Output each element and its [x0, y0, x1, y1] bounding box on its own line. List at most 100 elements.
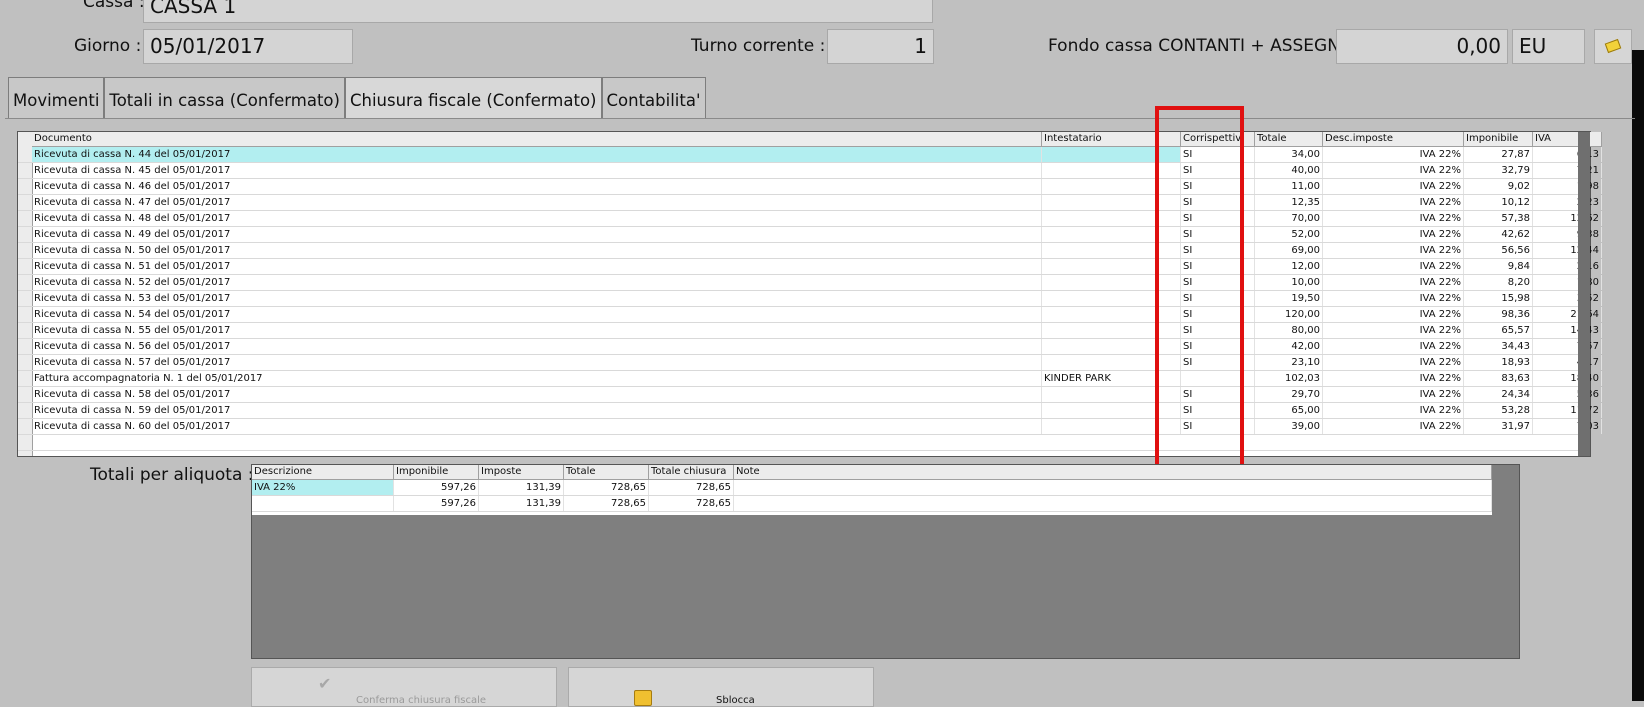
tab-chiusura-fiscale[interactable]: Chiusura fiscale (Confermato): [344, 77, 602, 119]
table-row[interactable]: Ricevuta di cassa N. 47 del 05/01/2017 SI…: [18, 195, 1602, 211]
tab-movimenti[interactable]: Movimenti: [8, 77, 105, 119]
table-row[interactable]: Ricevuta di cassa N. 56 del 05/01/2017 SI…: [18, 339, 1602, 355]
table-row[interactable]: Ricevuta di cassa N. 48 del 05/01/2017 SI…: [18, 211, 1602, 227]
cell-imp: 8,20: [1464, 275, 1533, 290]
tot-col-header-note[interactable]: Note: [734, 465, 1492, 480]
cell-tot: 19,50: [1255, 291, 1323, 306]
cell-iva: 12,62: [1533, 211, 1602, 226]
cell-tot: 65,00: [1255, 403, 1323, 418]
giorno-label: Giorno :: [74, 36, 142, 56]
totals-cell-tot: 728,65: [564, 496, 649, 511]
totals-grid: Descrizione Imponibile Imposte Totale To…: [251, 464, 1520, 659]
tot-col-header-imponibile[interactable]: Imponibile: [394, 465, 479, 480]
cell-iva: 2,23: [1533, 195, 1602, 210]
table-row[interactable]: Ricevuta di cassa N. 55 del 05/01/2017 SI…: [18, 323, 1602, 339]
tot-col-header-totale[interactable]: Totale: [564, 465, 649, 480]
cell-doc: Ricevuta di cassa N. 57 del 05/01/2017: [32, 355, 1042, 370]
cell-iva: 12,44: [1533, 243, 1602, 258]
cell-tot: 80,00: [1255, 323, 1323, 338]
table-row[interactable]: Ricevuta di cassa N. 60 del 05/01/2017 SI…: [18, 419, 1602, 435]
totals-row[interactable]: IVA 22% 597,26 131,39 728,65 728,65: [252, 480, 1492, 496]
cell-imp: 18,93: [1464, 355, 1533, 370]
cell-tot: 42,00: [1255, 339, 1323, 354]
cell-desc: IVA 22%: [1323, 243, 1464, 258]
cell-doc: Ricevuta di cassa N. 50 del 05/01/2017: [32, 243, 1042, 258]
tot-col-header-descrizione[interactable]: Descrizione: [252, 465, 394, 480]
table-row[interactable]: Ricevuta di cassa N. 58 del 05/01/2017 SI…: [18, 387, 1602, 403]
fondo-field[interactable]: 0,00: [1336, 29, 1508, 64]
totals-cell-impo: 131,39: [479, 480, 564, 495]
table-row[interactable]: Ricevuta di cassa N. 59 del 05/01/2017 SI…: [18, 403, 1602, 419]
cell-tot: 12,00: [1255, 259, 1323, 274]
col-header-totale[interactable]: Totale: [1255, 132, 1323, 147]
unlock-icon: [634, 690, 652, 706]
table-row[interactable]: Ricevuta di cassa N. 52 del 05/01/2017 SI…: [18, 275, 1602, 291]
cell-imp: 42,62: [1464, 227, 1533, 242]
col-header-iva[interactable]: IVA: [1533, 132, 1602, 147]
cell-iva: 6,13: [1533, 147, 1602, 162]
cassa-label: Cassa :: [83, 0, 145, 12]
cell-doc: Ricevuta di cassa N. 48 del 05/01/2017: [32, 211, 1042, 226]
table-row[interactable]: Ricevuta di cassa N. 45 del 05/01/2017 SI…: [18, 163, 1602, 179]
totals-cell-totc: 728,65: [649, 480, 734, 495]
table-row[interactable]: Ricevuta di cassa N. 46 del 05/01/2017 SI…: [18, 179, 1602, 195]
cell-desc: IVA 22%: [1323, 387, 1464, 402]
cell-tot: 23,10: [1255, 355, 1323, 370]
fondo-edit-button[interactable]: [1594, 29, 1632, 64]
col-header-desc-imposte[interactable]: Desc.imposte: [1323, 132, 1464, 147]
table-row[interactable]: Ricevuta di cassa N. 51 del 05/01/2017 SI…: [18, 259, 1602, 275]
table-row[interactable]: Ricevuta di cassa N. 50 del 05/01/2017 SI…: [18, 243, 1602, 259]
cell-desc: IVA 22%: [1323, 195, 1464, 210]
cell-imp: 98,36: [1464, 307, 1533, 322]
cell-doc: Ricevuta di cassa N. 46 del 05/01/2017: [32, 179, 1042, 194]
col-header-imponibile[interactable]: Imponibile: [1464, 132, 1533, 147]
totals-cell-impo: 131,39: [479, 496, 564, 511]
cell-tot: 69,00: [1255, 243, 1323, 258]
tot-col-header-imposte[interactable]: Imposte: [479, 465, 564, 480]
cell-doc: Ricevuta di cassa N. 44 del 05/01/2017: [32, 147, 1042, 162]
grid-scrollbar[interactable]: [1578, 132, 1590, 456]
tab-totali-in-cassa[interactable]: Totali in cassa (Confermato): [104, 77, 345, 119]
table-row[interactable]: Fattura accompagnatoria N. 1 del 05/01/2…: [18, 371, 1602, 387]
unlock-button[interactable]: Sblocca: [568, 667, 874, 707]
totals-cell-imp: 597,26: [394, 496, 479, 511]
tab-contabilita[interactable]: Contabilita': [601, 77, 706, 119]
table-row[interactable]: Ricevuta di cassa N. 53 del 05/01/2017 SI…: [18, 291, 1602, 307]
cell-iva: 1,98: [1533, 179, 1602, 194]
table-row[interactable]: Ricevuta di cassa N. 44 del 05/01/2017 SI…: [18, 147, 1602, 163]
tab-bar: Movimenti Totali in cassa (Confermato) C…: [8, 77, 706, 119]
cassa-field[interactable]: CASSA 1: [143, 0, 933, 23]
cell-desc: IVA 22%: [1323, 419, 1464, 434]
cell-iva: 14,43: [1533, 323, 1602, 338]
cell-desc: IVA 22%: [1323, 371, 1464, 386]
cell-imp: 9,02: [1464, 179, 1533, 194]
totals-label: Totali per aliquota :: [90, 465, 254, 485]
cell-iva: 11,72: [1533, 403, 1602, 418]
corrispettivi-highlight-box: [1155, 106, 1244, 482]
totals-cell-imp: 597,26: [394, 480, 479, 495]
cell-imp: 10,12: [1464, 195, 1533, 210]
confirm-fiscal-closure-button[interactable]: ✔ Conferma chiusura fiscale: [251, 667, 557, 707]
table-row[interactable]: Ricevuta di cassa N. 49 del 05/01/2017 SI…: [18, 227, 1602, 243]
cell-doc: Ricevuta di cassa N. 60 del 05/01/2017: [32, 419, 1042, 434]
cell-iva: 18,40: [1533, 371, 1602, 386]
turno-field[interactable]: 1: [827, 29, 934, 64]
cell-doc: Ricevuta di cassa N. 54 del 05/01/2017: [32, 307, 1042, 322]
cell-tot: 12,35: [1255, 195, 1323, 210]
cell-desc: IVA 22%: [1323, 307, 1464, 322]
table-row[interactable]: Ricevuta di cassa N. 57 del 05/01/2017 SI…: [18, 355, 1602, 371]
tot-col-header-totale-chiusura[interactable]: Totale chiusura: [649, 465, 734, 480]
totals-cell-totc: 728,65: [649, 496, 734, 511]
table-row[interactable]: Ricevuta di cassa N. 54 del 05/01/2017 SI…: [18, 307, 1602, 323]
cell-doc: Ricevuta di cassa N. 59 del 05/01/2017: [32, 403, 1042, 418]
cell-tot: 10,00: [1255, 275, 1323, 290]
cell-iva: 21,64: [1533, 307, 1602, 322]
table-row-empty[interactable]: [18, 435, 1590, 451]
giorno-field[interactable]: 05/01/2017: [143, 29, 353, 64]
totals-row[interactable]: 597,26 131,39 728,65 728,65: [252, 496, 1492, 512]
check-icon: ✔: [318, 674, 332, 693]
col-header-documento[interactable]: Documento: [32, 132, 1042, 147]
cell-imp: 9,84: [1464, 259, 1533, 274]
cell-imp: 57,38: [1464, 211, 1533, 226]
cell-imp: 15,98: [1464, 291, 1533, 306]
